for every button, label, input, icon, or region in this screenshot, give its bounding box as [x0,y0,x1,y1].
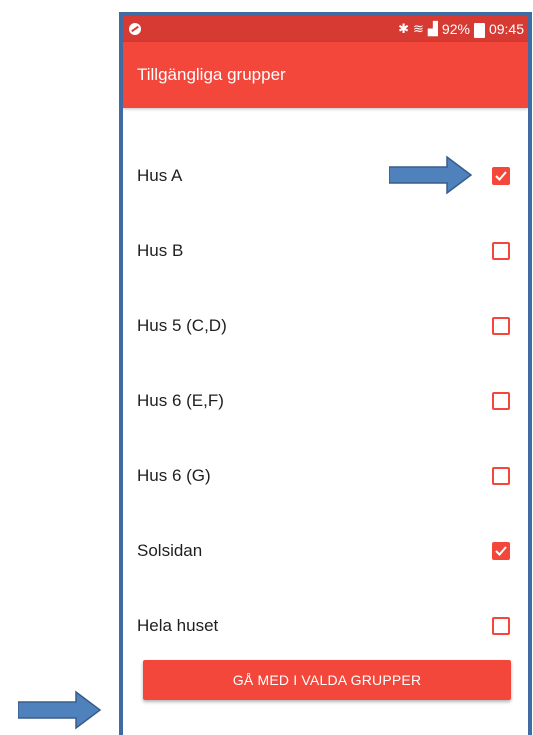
group-label: Hus 6 (G) [137,466,211,485]
battery-percent: 92% [441,21,470,37]
group-label: Solsidan [137,541,203,560]
page-title: Tillgängliga grupper [137,65,286,84]
bluetooth-icon: ✱ [398,21,410,36]
status-time: 09:45 [488,21,524,37]
checkbox-checked[interactable] [492,542,510,560]
group-row[interactable]: Hus 6 (E,F) [123,381,528,421]
checkmark-icon [495,546,507,556]
group-label: Hela huset [137,616,219,635]
group-row[interactable]: Hus 6 (G) [123,456,528,496]
annotation-arrow-right-icon [389,155,473,195]
checkbox-checked[interactable] [492,167,510,185]
join-selected-groups-button[interactable]: GÅ MED I VALDA GRUPPER [143,660,511,700]
group-row[interactable]: Hus B [123,231,528,271]
group-row[interactable]: Solsidan [123,531,528,571]
group-label: Hus B [137,241,184,260]
group-label: Hus 6 (E,F) [137,391,224,410]
checkmark-icon [495,171,507,181]
group-label: Hus 5 (C,D) [137,316,227,335]
phone-screen: ✱ ≋ ▟ 92% 09:45 Tillgängliga grupper Hus… [119,12,532,735]
join-button-label: GÅ MED I VALDA GRUPPER [232,672,422,688]
wifi-icon: ≋ [413,21,424,36]
checkbox-unchecked[interactable] [492,617,510,635]
signal-icon: ▟ [427,21,438,36]
app-bar: Tillgängliga grupper [123,42,528,108]
notification-icon [129,23,141,35]
group-row[interactable]: Hela huset [123,606,528,646]
annotation-arrow-right-icon [18,690,102,730]
battery-icon [473,22,485,38]
group-label: Hus A [137,166,183,185]
checkbox-unchecked[interactable] [492,392,510,410]
group-row[interactable]: Hus 5 (C,D) [123,306,528,346]
checkbox-unchecked[interactable] [492,467,510,485]
checkbox-unchecked[interactable] [492,317,510,335]
checkbox-unchecked[interactable] [492,242,510,260]
status-bar: ✱ ≋ ▟ 92% 09:45 [123,16,528,42]
